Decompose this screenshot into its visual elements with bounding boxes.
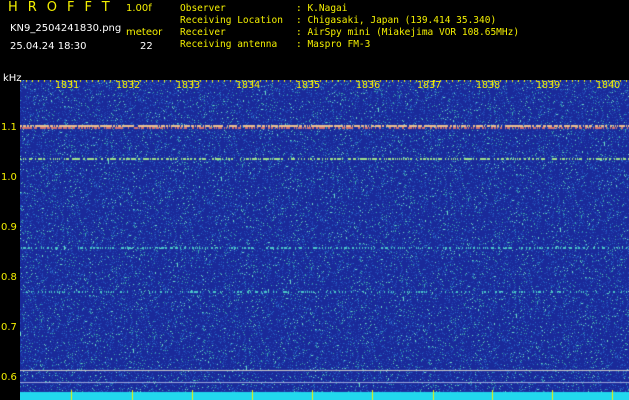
datetime-label: 25.04.24 18:30 bbox=[10, 41, 87, 52]
header-panel: HROFFT 1.00f KN9_2504241830.png meteor 2… bbox=[0, 0, 629, 78]
meteor-count: 22 bbox=[140, 41, 153, 52]
time-label: 1832 bbox=[116, 80, 141, 91]
meteor-label: meteor bbox=[126, 27, 163, 38]
frequency-label: 1.0 bbox=[1, 172, 17, 183]
hrofft-window: HROFFT 1.00f KN9_2504241830.png meteor 2… bbox=[0, 0, 629, 400]
time-label: 1840 bbox=[596, 80, 621, 91]
receiver-key: Receiver bbox=[180, 27, 226, 38]
frequency-unit-label: kHz bbox=[3, 73, 22, 84]
observer-value: : K.Nagai bbox=[296, 3, 348, 14]
frequency-label: 0.8 bbox=[1, 272, 17, 283]
time-label: 1834 bbox=[236, 80, 261, 91]
observer-key: Observer bbox=[180, 3, 226, 14]
location-value: : Chigasaki, Japan (139.414 35.340) bbox=[296, 15, 497, 26]
antenna-value: : Maspro FM-3 bbox=[296, 39, 371, 50]
time-label: 1831 bbox=[55, 80, 80, 91]
time-label: 1836 bbox=[356, 80, 381, 91]
spectrogram-canvas bbox=[20, 80, 629, 400]
app-title: HROFFT bbox=[8, 0, 120, 15]
time-label: 1837 bbox=[417, 80, 442, 91]
frequency-label: 0.6 bbox=[1, 372, 17, 383]
frequency-label: 0.9 bbox=[1, 222, 17, 233]
time-label: 1835 bbox=[296, 80, 321, 91]
location-key: Receiving Location bbox=[180, 15, 283, 26]
antenna-key: Receiving antenna bbox=[180, 39, 278, 50]
version-label: 1.00f bbox=[126, 3, 152, 14]
time-label: 1839 bbox=[536, 80, 561, 91]
receiver-value: : AirSpy mini (Miakejima VOR 108.65MHz) bbox=[296, 27, 520, 38]
frequency-label: 0.7 bbox=[1, 322, 17, 333]
time-label: 1833 bbox=[176, 80, 201, 91]
frequency-label: 1.1 bbox=[1, 122, 17, 133]
time-label: 1838 bbox=[476, 80, 501, 91]
file-name: KN9_2504241830.png bbox=[10, 23, 122, 34]
